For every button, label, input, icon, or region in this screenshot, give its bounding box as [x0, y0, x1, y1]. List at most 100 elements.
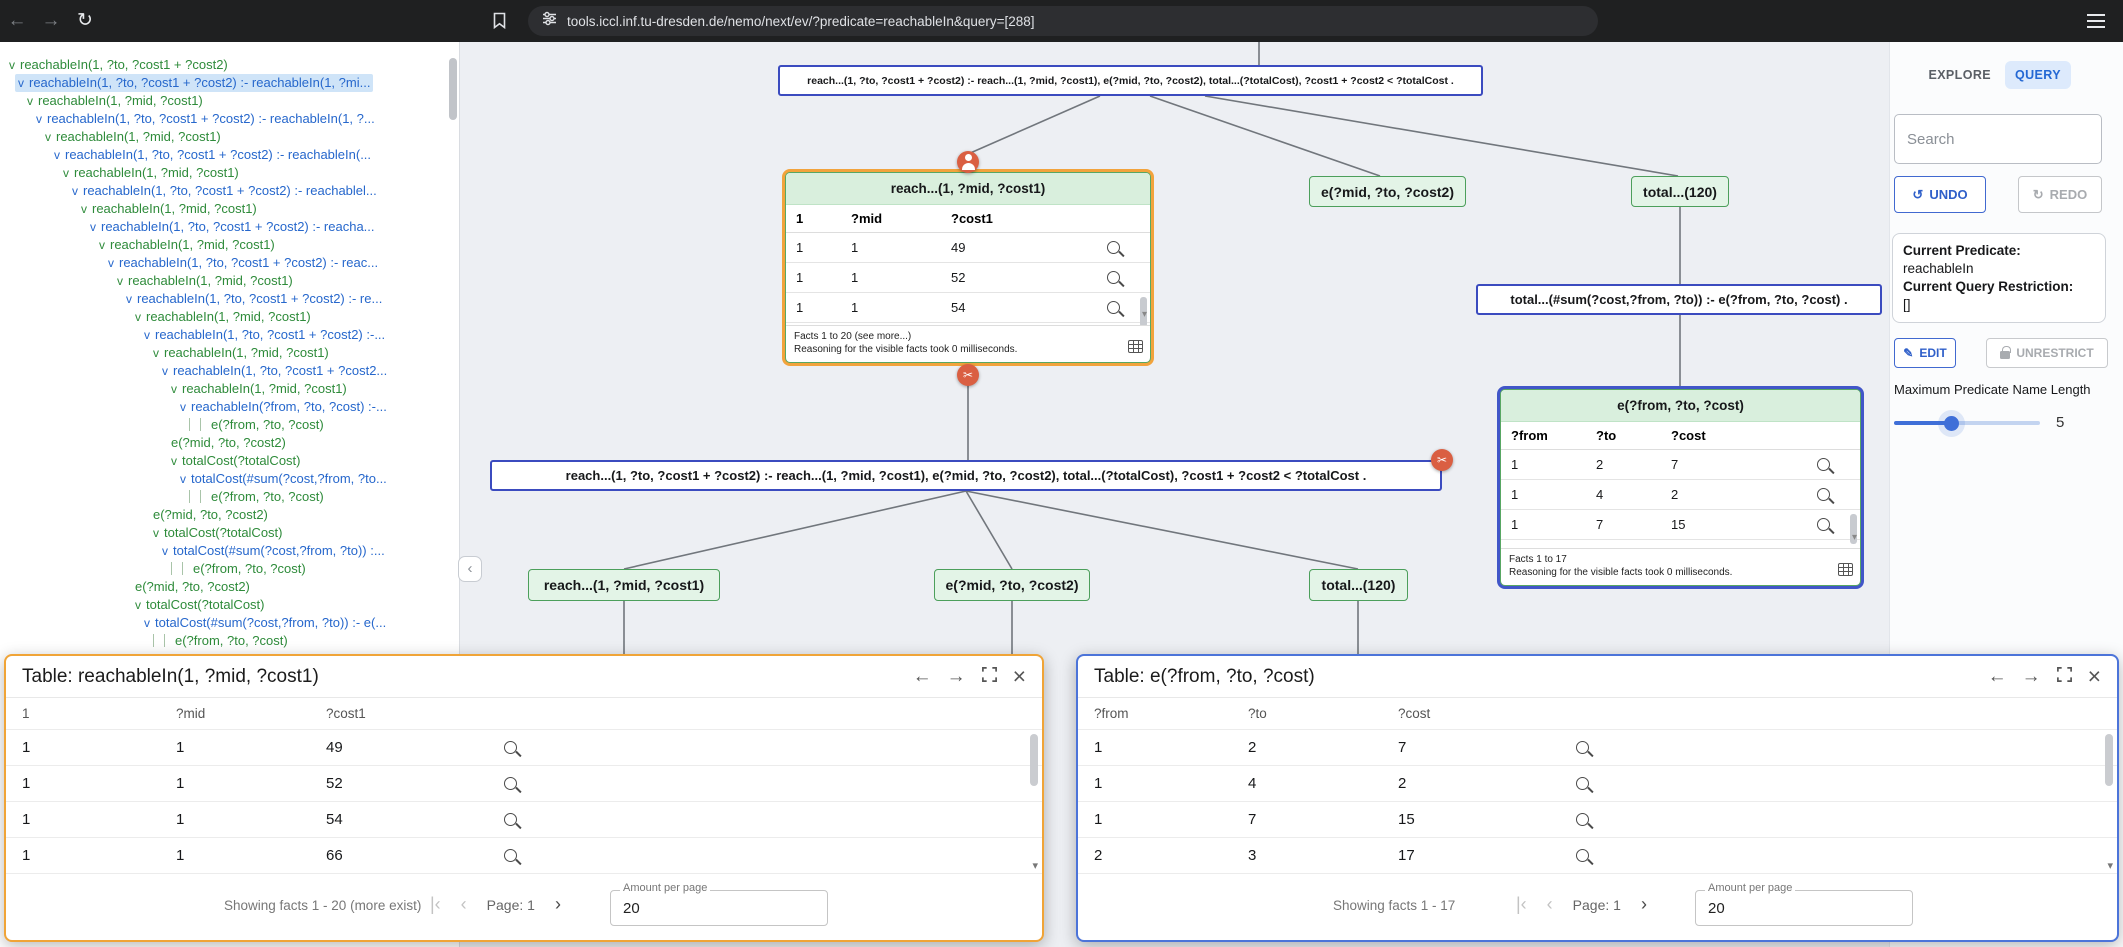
prev-page-icon[interactable]: ‹ [461, 894, 467, 915]
tree-expander-icon[interactable]: v [171, 380, 177, 398]
tree-item[interactable]: vreachableIn(1, ?mid, ?cost1) [0, 164, 459, 182]
magnifier-icon[interactable] [1576, 741, 1589, 754]
tree-expander-icon[interactable]: v [144, 614, 150, 632]
tree-item[interactable]: vreachableIn(1, ?to, ?cost1 + ?cost2) [0, 56, 459, 74]
slider-track-fill[interactable] [1894, 421, 1951, 425]
tree-item[interactable]: vtotalCost(#sum(?cost,?from, ?to)) :... [0, 542, 459, 560]
fact-row[interactable]: 1154 [786, 293, 1150, 323]
tree-item[interactable]: e(?mid, ?to, ?cost2) [0, 506, 459, 524]
tree-item[interactable]: vreachableIn(1, ?to, ?cost1 + ?cost2) :-… [0, 182, 459, 200]
scroll-down-icon[interactable]: ▾ [1142, 309, 1147, 320]
next-page-icon[interactable]: › [1641, 894, 1647, 915]
browser-forward-icon[interactable]: → [34, 0, 68, 42]
history-back-icon[interactable]: ← [1988, 667, 2007, 686]
address-bar[interactable]: tools.iccl.inf.tu-dresden.de/nemo/next/e… [528, 6, 1598, 36]
tree-expander-icon[interactable]: v [99, 236, 105, 254]
tree-expander-icon[interactable]: v [81, 200, 87, 218]
tree-expander-icon[interactable]: v [162, 542, 168, 560]
first-page-icon[interactable]: |‹ [430, 894, 441, 915]
fact-row[interactable]: 1715 [1078, 802, 2117, 838]
tree-expander-icon[interactable]: v [63, 164, 69, 182]
tab-explore[interactable]: EXPLORE [1918, 61, 2001, 89]
unrestrict-button[interactable]: UNRESTRICT [1986, 338, 2108, 368]
tree-item[interactable]: vtotalCost(#sum(?cost,?from, ?to... [0, 470, 459, 488]
fact-row[interactable]: 142 [1078, 766, 2117, 802]
rule-node-sum[interactable]: total...(#sum(?cost,?from, ?to)) :- e(?f… [1476, 284, 1882, 315]
predicate-node-reach-bottom[interactable]: reach...(1, ?mid, ?cost1) [528, 569, 720, 601]
predicate-node-total[interactable]: total...(120) [1631, 176, 1729, 207]
tree-expander-icon[interactable]: v [153, 344, 159, 362]
tree-item[interactable]: e(?from, ?to, ?cost) [0, 632, 459, 650]
magnifier-icon[interactable] [1107, 301, 1120, 314]
fact-row[interactable]: 2317 [1078, 838, 2117, 874]
tree-expander-icon[interactable]: v [171, 452, 177, 470]
fact-row[interactable]: 142 [1501, 480, 1860, 510]
fact-table-node-e[interactable]: e(?from, ?to, ?cost) ?from?to?cost 12714… [1500, 389, 1861, 586]
tree-item[interactable]: vreachableIn(1, ?to, ?cost1 + ?cost2) :-… [0, 218, 459, 236]
tree-expander-icon[interactable]: v [180, 398, 186, 416]
predicate-node-total-bottom[interactable]: total...(120) [1309, 569, 1408, 601]
history-forward-icon[interactable]: → [2022, 667, 2041, 686]
tree-item[interactable]: vreachableIn(1, ?to, ?cost1 + ?cost2) :-… [0, 110, 459, 128]
tree-item[interactable]: vreachableIn(1, ?to, ?cost1 + ?cost2) :-… [0, 146, 459, 164]
browser-back-icon[interactable]: ← [0, 0, 34, 42]
tree-item[interactable]: vreachableIn(1, ?mid, ?cost1) [0, 128, 459, 146]
tree-item[interactable]: vtotalCost(?totalCost) [0, 452, 459, 470]
fact-row[interactable]: 1149 [786, 233, 1150, 263]
tree-expander-icon[interactable]: v [9, 56, 15, 74]
scroll-down-icon[interactable]: ▾ [1032, 859, 1038, 872]
history-back-icon[interactable]: ← [913, 667, 932, 686]
table-scrollbar-thumb[interactable] [2105, 734, 2113, 786]
tree-expander-icon[interactable]: v [126, 290, 132, 308]
sidebar-collapse-button[interactable]: ‹ [458, 556, 482, 582]
rule-node-top[interactable]: reach...(1, ?to, ?cost1 + ?cost2) :- rea… [778, 65, 1483, 96]
undo-button[interactable]: ↺ UNDO [1894, 176, 1986, 213]
tree-item[interactable]: vreachableIn(1, ?mid, ?cost1) [0, 344, 459, 362]
open-table-icon[interactable] [1838, 563, 1853, 576]
tree-expander-icon[interactable]: v [135, 308, 141, 326]
magnifier-icon[interactable] [1817, 488, 1830, 501]
slider-track[interactable] [1951, 421, 2040, 425]
tree-expander-icon[interactable]: v [18, 74, 24, 92]
magnifier-icon[interactable] [1817, 518, 1830, 531]
rule-node-mid[interactable]: reach...(1, ?to, ?cost1 + ?cost2) :- rea… [490, 460, 1442, 491]
magnifier-icon[interactable] [1107, 241, 1120, 254]
predicate-node-e-bottom[interactable]: e(?mid, ?to, ?cost2) [934, 569, 1090, 601]
scroll-down-icon[interactable]: ▾ [2107, 859, 2113, 872]
tree-expander-icon[interactable]: v [162, 362, 168, 380]
tree-expander-icon[interactable]: v [117, 272, 123, 290]
tree-item[interactable]: vreachableIn(1, ?to, ?cost1 + ?cost2... [0, 362, 459, 380]
fact-row[interactable]: 1152 [6, 766, 1042, 802]
tree-expander-icon[interactable]: v [135, 596, 141, 614]
tree-item[interactable]: vreachableIn(1, ?mid, ?cost1) [0, 308, 459, 326]
tune-icon[interactable] [542, 11, 557, 31]
edit-button[interactable]: ✎ EDIT [1894, 338, 1956, 368]
magnifier-icon[interactable] [1576, 777, 1589, 790]
tree-item[interactable]: e(?mid, ?to, ?cost2) [0, 578, 459, 596]
fullscreen-icon[interactable] [981, 666, 998, 688]
magnifier-icon[interactable] [504, 813, 517, 826]
tree-item[interactable]: vtotalCost(?totalCost) [0, 596, 459, 614]
tree-item[interactable]: vreachableIn(1, ?to, ?cost1 + ?cost2) :-… [0, 254, 459, 272]
facts-count-note[interactable]: Facts 1 to 17 [1509, 553, 1852, 566]
tab-query[interactable]: QUERY [2005, 61, 2071, 89]
amount-per-page-input[interactable] [1695, 890, 1913, 926]
tree-expander-icon[interactable]: v [90, 218, 96, 236]
open-table-icon[interactable] [1128, 340, 1143, 353]
magnifier-icon[interactable] [504, 741, 517, 754]
tree-item[interactable]: e(?from, ?to, ?cost) [0, 560, 459, 578]
magnifier-icon[interactable] [1576, 813, 1589, 826]
tree-item[interactable]: vtotalCost(?totalCost) [0, 524, 459, 542]
tree-item[interactable]: vreachableIn(1, ?mid, ?cost1) [0, 236, 459, 254]
fact-row[interactable]: 1152 [786, 263, 1150, 293]
tree-expander-icon[interactable]: v [54, 146, 60, 164]
user-marker-icon[interactable] [957, 151, 979, 173]
facts-count-note[interactable]: Facts 1 to 20 (see more...) [794, 330, 1142, 343]
fullscreen-icon[interactable] [2056, 666, 2073, 688]
magnifier-icon[interactable] [1576, 849, 1589, 862]
tree-expander-icon[interactable]: v [72, 182, 78, 200]
tree-scrollbar-thumb[interactable] [449, 58, 457, 120]
search-input[interactable] [1894, 114, 2102, 164]
table-scrollbar-thumb[interactable] [1030, 734, 1038, 786]
fact-row[interactable]: 1166 [6, 838, 1042, 874]
